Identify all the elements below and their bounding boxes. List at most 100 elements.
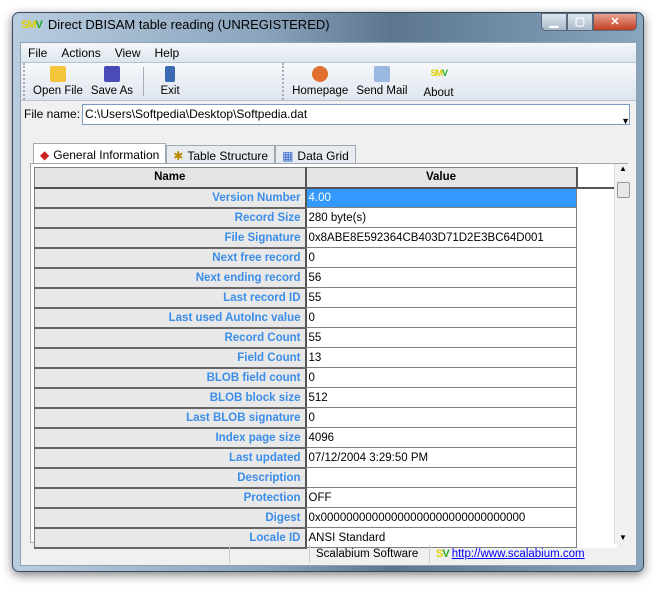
save-as-label: Save As [90, 85, 134, 97]
tab-label: Table Structure [187, 148, 269, 163]
floppy-disk-icon [103, 66, 120, 82]
empty-cell [576, 387, 617, 408]
save-as-button[interactable]: Save As [87, 63, 137, 99]
table-row[interactable]: Record Size 280 byte(s) [34, 207, 617, 229]
empty-cell [576, 487, 617, 508]
table-row[interactable]: Version Number 4.00 [34, 187, 617, 209]
app-window: SMV Direct DBISAM table reading (UNREGIST… [12, 12, 644, 572]
home-icon [312, 66, 329, 82]
property-value[interactable]: 280 byte(s) [305, 207, 577, 228]
empty-cell [576, 247, 617, 268]
table-row[interactable]: Protection OFF [34, 487, 617, 509]
property-name: Last updated [34, 447, 307, 469]
maximize-button[interactable]: ▢ [567, 13, 593, 31]
empty-cell [576, 407, 617, 428]
empty-cell [576, 447, 617, 468]
property-name: Index page size [34, 427, 307, 449]
table-row[interactable]: File Signature 0x8ABE8E592364CB403D71D2E3… [34, 227, 617, 249]
tab-label: General Information [53, 148, 160, 162]
empty-cell [576, 227, 617, 248]
property-value[interactable]: 0x00000000000000000000000000000000 [305, 507, 577, 528]
menu-view[interactable]: View [108, 46, 148, 60]
door-exit-icon [165, 66, 176, 82]
property-name: Field Count [34, 347, 307, 369]
property-value[interactable]: OFF [305, 487, 577, 508]
minimize-button[interactable]: ▁ [541, 13, 567, 31]
tab-label: Data Grid [297, 148, 349, 163]
table-row[interactable]: Last updated 07/12/2004 3:29:50 PM [34, 447, 617, 469]
close-button[interactable]: ✕ [593, 13, 637, 31]
empty-cell [576, 267, 617, 288]
homepage-label: Homepage [292, 85, 349, 97]
send-mail-label: Send Mail [356, 85, 408, 97]
app-logo-icon: SV [436, 548, 450, 560]
property-value[interactable]: 0 [305, 367, 577, 388]
table-row[interactable]: Description [34, 467, 617, 489]
empty-cell [576, 327, 617, 348]
name-column-header[interactable]: Name [34, 167, 307, 189]
empty-cell [576, 427, 617, 448]
about-button[interactable]: SMV About [411, 63, 465, 99]
empty-cell [576, 187, 617, 208]
property-value[interactable]: 512 [305, 387, 577, 408]
menu-actions[interactable]: Actions [54, 46, 107, 60]
homepage-button[interactable]: Homepage [288, 63, 352, 99]
property-value[interactable]: 07/12/2004 3:29:50 PM [305, 447, 577, 468]
table-row[interactable]: BLOB block size 512 [34, 387, 617, 409]
property-value[interactable]: 13 [305, 347, 577, 368]
table-row[interactable]: BLOB field count 0 [34, 367, 617, 389]
folder-icon [49, 66, 66, 82]
vertical-scrollbar[interactable]: ▲ ▼ [614, 164, 631, 544]
table-row[interactable]: Field Count 13 [34, 347, 617, 369]
exit-button[interactable]: Exit [150, 63, 190, 99]
menu-help[interactable]: Help [148, 46, 187, 60]
property-value[interactable]: 56 [305, 267, 577, 288]
property-name: Description [34, 467, 307, 489]
open-file-button[interactable]: Open File [29, 63, 87, 99]
empty-cell [576, 207, 617, 228]
property-value[interactable]: 55 [305, 287, 577, 308]
scrollbar-thumb[interactable] [617, 182, 630, 198]
file-name-combobox[interactable] [82, 103, 631, 125]
toolbar: Open File Save As Exit Homepage Send Mai… [21, 63, 636, 101]
value-column-header[interactable]: Value [305, 167, 578, 189]
empty-cell [576, 287, 617, 308]
property-name: Next free record [34, 247, 307, 269]
scroll-down-icon[interactable]: ▼ [615, 533, 631, 542]
property-value[interactable]: 0 [305, 407, 577, 428]
shapes-icon: ◆ [40, 148, 50, 162]
website-link[interactable]: http://www.scalabium.com [452, 548, 585, 560]
table-row[interactable]: Digest 0x00000000000000000000000000000000 [34, 507, 617, 529]
file-name-label: File name: [24, 107, 81, 121]
property-name: Next ending record [34, 267, 307, 289]
send-mail-button[interactable]: Send Mail [352, 63, 411, 99]
empty-cell [576, 367, 617, 388]
property-value[interactable] [305, 467, 577, 488]
table-row[interactable]: Last BLOB signature 0 [34, 407, 617, 429]
property-value[interactable]: 0 [305, 307, 577, 328]
status-bar: Scalabium Software SV http://www.scalabiu… [21, 543, 638, 565]
tab-data-grid[interactable]: ▦ Data Grid [275, 145, 356, 165]
property-value[interactable]: 0x8ABE8E592364CB403D71D2E3BC64D001 [305, 227, 577, 248]
property-value[interactable]: 55 [305, 327, 577, 348]
property-value[interactable]: 4096 [305, 427, 577, 448]
property-name: BLOB field count [34, 367, 307, 389]
property-name: Last used AutoInc value [34, 307, 307, 329]
property-value[interactable]: 4.00 [305, 187, 577, 208]
table-row[interactable]: Index page size 4096 [34, 427, 617, 449]
property-name: Last record ID [34, 287, 307, 309]
open-file-label: Open File [33, 85, 83, 97]
menu-bar: File Actions View Help [21, 43, 636, 63]
property-name: Protection [34, 487, 307, 509]
table-row[interactable]: Next ending record 56 [34, 267, 617, 289]
empty-cell [576, 467, 617, 488]
table-row[interactable]: Last record ID 55 [34, 287, 617, 309]
chevron-down-icon[interactable]: ▼ [621, 116, 630, 126]
table-row[interactable]: Last used AutoInc value 0 [34, 307, 617, 329]
property-value[interactable]: 0 [305, 247, 577, 268]
scroll-up-icon[interactable]: ▲ [615, 164, 631, 173]
menu-file[interactable]: File [21, 46, 54, 60]
table-row[interactable]: Record Count 55 [34, 327, 617, 349]
table-row[interactable]: Next free record 0 [34, 247, 617, 269]
tab-table-structure[interactable]: ✱ Table Structure [166, 145, 276, 165]
